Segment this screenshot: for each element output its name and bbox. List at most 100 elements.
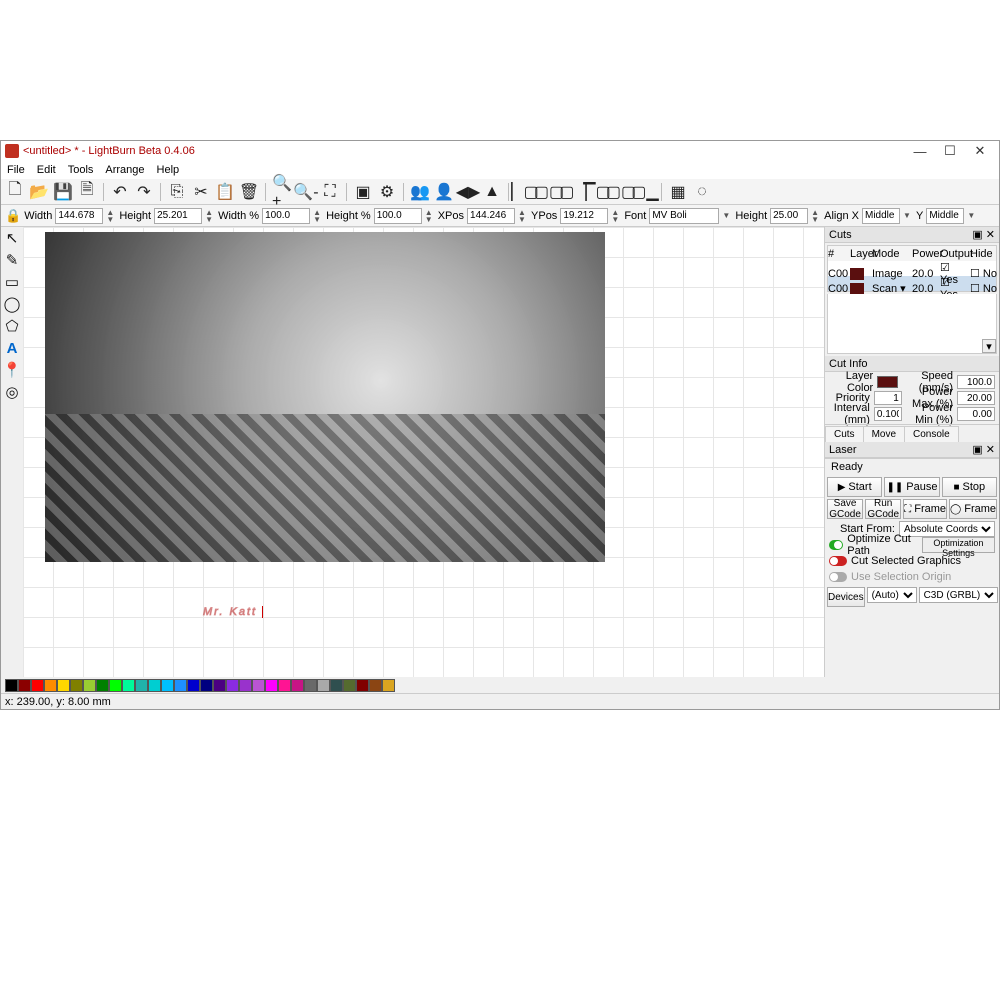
menu-arrange[interactable]: Arrange xyxy=(103,164,146,176)
frame-round-button[interactable]: ◯ Frame xyxy=(949,499,997,519)
save-gcode-button[interactable]: Save GCode xyxy=(827,499,863,519)
palette-color[interactable] xyxy=(291,679,304,692)
open-icon[interactable]: 📂 xyxy=(29,182,49,202)
palette-color[interactable] xyxy=(70,679,83,692)
pen-tool-icon[interactable]: ✎ xyxy=(3,251,21,269)
save-icon[interactable]: 💾 xyxy=(53,182,73,202)
run-gcode-button[interactable]: Run GCode xyxy=(865,499,901,519)
layer-color-swatch[interactable] xyxy=(877,376,898,388)
palette-color[interactable] xyxy=(44,679,57,692)
palette-color[interactable] xyxy=(382,679,395,692)
palette-color[interactable] xyxy=(187,679,200,692)
palette-color[interactable] xyxy=(252,679,265,692)
flip-v-icon[interactable]: ▲ xyxy=(482,182,502,202)
select-tool-icon[interactable]: ↖ xyxy=(3,229,21,247)
palette-color[interactable] xyxy=(369,679,382,692)
radial-array-icon[interactable]: ◌ xyxy=(692,182,712,202)
palette-color[interactable] xyxy=(174,679,187,692)
palette-color[interactable] xyxy=(239,679,252,692)
palette-color[interactable] xyxy=(226,679,239,692)
zoom-frame-icon[interactable]: ⛶ xyxy=(320,182,340,202)
align-bottom-icon[interactable]: ▢▁ xyxy=(635,182,655,202)
polygon-tool-icon[interactable]: ⬠ xyxy=(3,317,21,335)
grid-array-icon[interactable]: ▦ xyxy=(668,182,688,202)
devices-button[interactable]: Devices xyxy=(827,587,865,607)
align-right-icon[interactable]: ▢▕ xyxy=(563,182,583,202)
text-tool-icon[interactable]: A xyxy=(3,339,21,357)
preview-icon[interactable]: ▣ xyxy=(353,182,373,202)
tab-cuts[interactable]: Cuts xyxy=(825,426,864,442)
palette-color[interactable] xyxy=(135,679,148,692)
palette-color[interactable] xyxy=(265,679,278,692)
pmax-input[interactable] xyxy=(957,391,995,405)
port-select[interactable]: (Auto) xyxy=(867,587,917,603)
ypos-input[interactable] xyxy=(560,208,608,224)
font-height-input[interactable] xyxy=(770,208,808,224)
canvas[interactable]: Mr. Katt xyxy=(23,227,824,677)
tab-move[interactable]: Move xyxy=(863,426,905,442)
settings-icon[interactable]: ⚙ xyxy=(377,182,397,202)
palette-color[interactable] xyxy=(330,679,343,692)
align-left-icon[interactable]: ▏▢ xyxy=(515,182,535,202)
priority-input[interactable] xyxy=(874,391,902,405)
menu-edit[interactable]: Edit xyxy=(35,164,58,176)
width-pct-input[interactable] xyxy=(262,208,310,224)
stop-button[interactable]: ■ Stop xyxy=(942,477,997,497)
palette-color[interactable] xyxy=(200,679,213,692)
ungroup-icon[interactable]: 👤 xyxy=(434,182,454,202)
tab-console[interactable]: Console xyxy=(904,426,959,442)
zoom-out-icon[interactable]: 🔍- xyxy=(296,182,316,202)
rect-tool-icon[interactable]: ▭ xyxy=(3,273,21,291)
palette-color[interactable] xyxy=(18,679,31,692)
palette-color[interactable] xyxy=(356,679,369,692)
speed-input[interactable] xyxy=(957,375,995,389)
menu-file[interactable]: File xyxy=(5,164,27,176)
text-object[interactable]: Mr. Katt xyxy=(203,572,263,627)
font-input[interactable] xyxy=(649,208,719,224)
cut-icon[interactable]: ✂ xyxy=(191,182,211,202)
palette-color[interactable] xyxy=(57,679,70,692)
palette-color[interactable] xyxy=(83,679,96,692)
group-icon[interactable]: 👥 xyxy=(410,182,430,202)
zoom-in-icon[interactable]: 🔍+ xyxy=(272,182,292,202)
import-icon[interactable]: 🗎 xyxy=(77,182,97,202)
chevron-down-icon[interactable]: ▾ xyxy=(982,339,996,353)
palette-color[interactable] xyxy=(31,679,44,692)
device-select[interactable]: C3D (GRBL) xyxy=(919,587,998,603)
placed-image[interactable] xyxy=(45,232,605,562)
palette-color[interactable] xyxy=(5,679,18,692)
copy-icon[interactable]: ⎘ xyxy=(167,182,187,202)
flip-h-icon[interactable]: ◀▶ xyxy=(458,182,478,202)
pause-button[interactable]: ❚❚ Pause xyxy=(884,477,939,497)
menu-help[interactable]: Help xyxy=(155,164,182,176)
palette-color[interactable] xyxy=(161,679,174,692)
cuts-row[interactable]: C00 Image 20.0 ☑ Yes ☐ No xyxy=(828,261,996,276)
palette-color[interactable] xyxy=(213,679,226,692)
maximize-button[interactable]: ☐ xyxy=(935,142,965,160)
start-button[interactable]: ▶ Start xyxy=(827,477,882,497)
palette-color[interactable] xyxy=(304,679,317,692)
palette-color[interactable] xyxy=(148,679,161,692)
position-tool-icon[interactable]: 📍 xyxy=(3,361,21,379)
lock-icon[interactable]: 🔒 xyxy=(5,208,21,224)
palette-color[interactable] xyxy=(317,679,330,692)
palette-color[interactable] xyxy=(343,679,356,692)
offset-tool-icon[interactable]: ◎ xyxy=(3,383,21,401)
palette-color[interactable] xyxy=(96,679,109,692)
opt-settings-button[interactable]: Optimization Settings xyxy=(922,537,995,553)
delete-icon[interactable]: 🗑 xyxy=(239,182,259,202)
height-pct-input[interactable] xyxy=(374,208,422,224)
use-origin-toggle[interactable] xyxy=(829,572,847,582)
cut-selected-toggle[interactable] xyxy=(829,556,847,566)
redo-icon[interactable]: ↷ xyxy=(134,182,154,202)
paste-icon[interactable]: 📋 xyxy=(215,182,235,202)
new-icon[interactable]: 🗋 xyxy=(5,182,25,202)
width-input[interactable] xyxy=(55,208,103,224)
palette-color[interactable] xyxy=(278,679,291,692)
frame-button[interactable]: ⛶ Frame xyxy=(903,499,947,519)
pmin-input[interactable] xyxy=(957,407,995,421)
xpos-input[interactable] xyxy=(467,208,515,224)
alignx-input[interactable] xyxy=(862,208,900,224)
minimize-button[interactable]: — xyxy=(905,142,935,160)
palette-color[interactable] xyxy=(109,679,122,692)
